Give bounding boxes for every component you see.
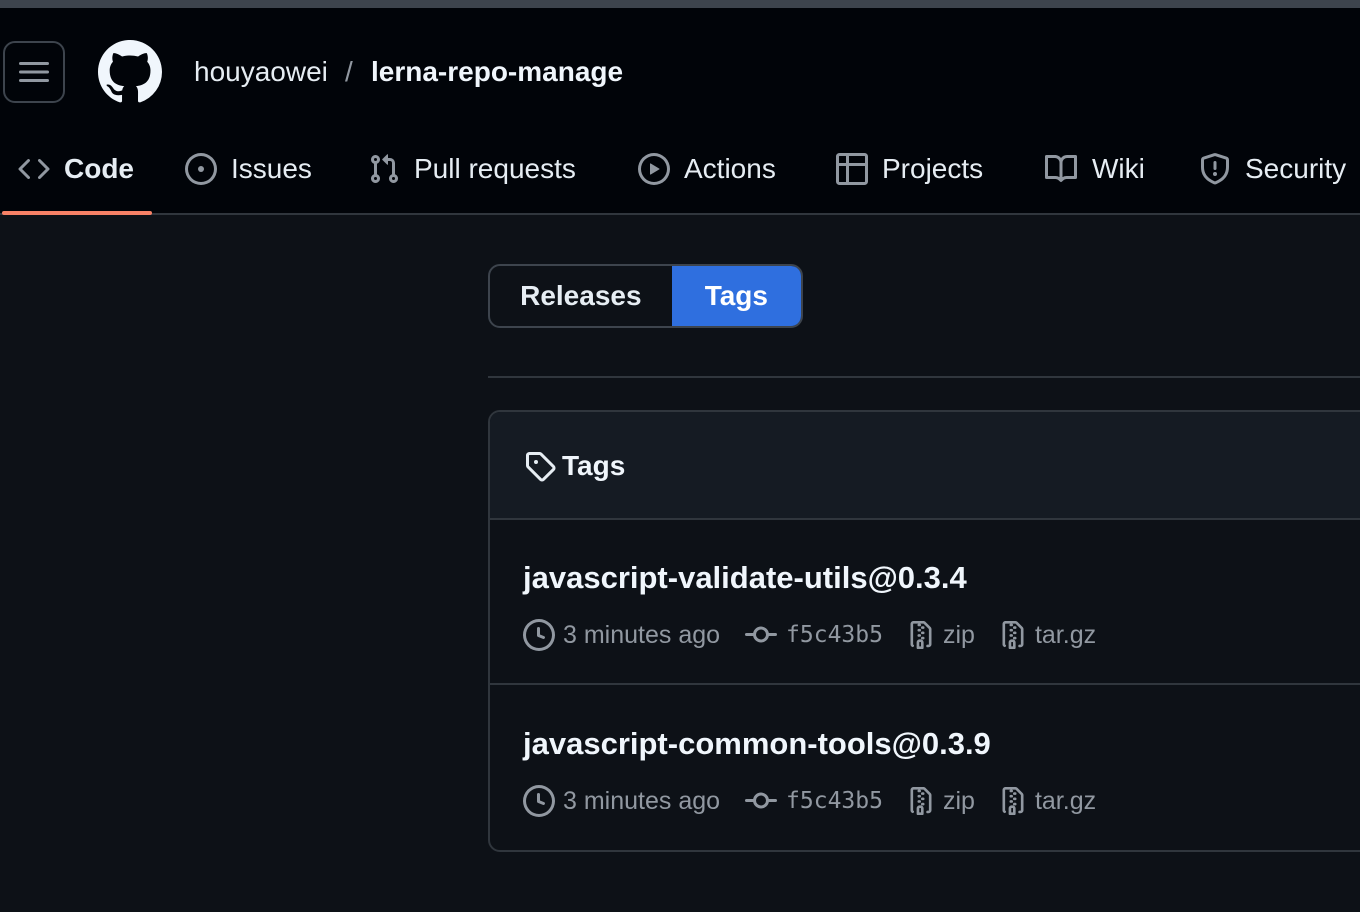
- table-icon: [836, 153, 868, 185]
- repo-header: houyaowei / lerna-repo-manage Code Issue…: [0, 8, 1360, 215]
- releases-tags-toggle: Releases Tags: [488, 264, 803, 328]
- tag-zip-label: zip: [942, 786, 975, 815]
- tab-projects-label: Projects: [882, 153, 984, 184]
- tags-button[interactable]: Tags: [671, 266, 801, 326]
- tags-box-header: Tags: [490, 412, 1360, 520]
- tag-commit-link[interactable]: f5c43b5: [744, 619, 883, 651]
- tag-icon: [526, 452, 556, 482]
- tag-time: 3 minutes ago: [523, 785, 720, 817]
- tag-targz-download[interactable]: tar.gz: [999, 619, 1096, 651]
- tag-targz-label: tar.gz: [1034, 786, 1097, 815]
- tag-targz-download[interactable]: tar.gz: [999, 785, 1096, 817]
- git-pull-request-icon: [370, 154, 399, 184]
- breadcrumb-owner-link[interactable]: houyaowei: [194, 56, 328, 88]
- play-icon: [638, 153, 670, 185]
- tag-commit-link[interactable]: f5c43b5: [744, 785, 883, 817]
- file-zip-icon: [910, 621, 932, 649]
- issue-opened-icon: [185, 153, 217, 185]
- tag-targz-label: tar.gz: [1034, 620, 1097, 649]
- tab-actions[interactable]: Actions: [638, 143, 776, 195]
- git-commit-icon: [745, 792, 778, 809]
- breadcrumb-separator: /: [345, 56, 353, 87]
- hamburger-menu-icon: [19, 62, 49, 82]
- file-zip-icon: [1002, 621, 1024, 649]
- tab-pull-requests[interactable]: Pull requests: [368, 143, 576, 195]
- tab-code-label: Code: [64, 153, 134, 184]
- file-zip-icon: [910, 787, 932, 815]
- tab-projects[interactable]: Projects: [836, 143, 983, 195]
- book-icon: [1045, 154, 1078, 182]
- tag-row: javascript-common-tools@0.3.9 3 minutes …: [490, 686, 1360, 850]
- hamburger-menu-button[interactable]: [3, 41, 65, 103]
- tag-commit-sha: f5c43b5: [786, 622, 883, 648]
- shield-icon: [1201, 153, 1229, 185]
- window-top-strip: [0, 0, 1360, 8]
- tab-issues-label: Issues: [231, 153, 312, 184]
- code-icon: [18, 158, 50, 180]
- tab-security-label: Security: [1245, 153, 1347, 184]
- tag-row: javascript-validate-utils@0.3.4 3 minute…: [490, 520, 1360, 685]
- tag-zip-download[interactable]: zip: [907, 785, 975, 817]
- tag-time-label: 3 minutes ago: [563, 620, 721, 649]
- releases-button[interactable]: Releases: [490, 266, 672, 326]
- tag-name-link[interactable]: javascript-validate-utils@0.3.4: [523, 560, 967, 596]
- tab-wiki-label: Wiki: [1092, 153, 1145, 184]
- tag-meta: 3 minutes ago f5c43b5 zip tar.gz: [523, 784, 1120, 818]
- tab-issues[interactable]: Issues: [185, 143, 312, 195]
- tag-zip-download[interactable]: zip: [907, 619, 975, 651]
- tag-time: 3 minutes ago: [523, 619, 720, 651]
- tags-list-box: Tags javascript-validate-utils@0.3.4 3 m…: [488, 410, 1360, 852]
- tab-wiki[interactable]: Wiki: [1044, 143, 1145, 195]
- active-tab-underline: [2, 211, 152, 215]
- tags-box-title: Tags: [562, 450, 626, 481]
- file-zip-icon: [1002, 787, 1024, 815]
- tab-code[interactable]: Code: [18, 143, 134, 195]
- git-commit-icon: [745, 626, 778, 643]
- breadcrumb-repo-link[interactable]: lerna-repo-manage: [371, 56, 623, 88]
- tag-name-link[interactable]: javascript-common-tools@0.3.9: [523, 726, 991, 762]
- clock-icon: [523, 785, 555, 817]
- tag-meta: 3 minutes ago f5c43b5 zip tar.gz: [523, 618, 1120, 652]
- tab-actions-label: Actions: [684, 153, 776, 184]
- github-logo-icon[interactable]: [98, 40, 162, 104]
- clock-icon: [523, 619, 555, 651]
- tag-zip-label: zip: [942, 620, 975, 649]
- tab-pull-requests-label: Pull requests: [414, 153, 576, 184]
- tab-security[interactable]: Security: [1199, 143, 1346, 195]
- tag-time-label: 3 minutes ago: [563, 786, 721, 815]
- section-divider: [488, 376, 1360, 378]
- tag-commit-sha: f5c43b5: [786, 788, 883, 814]
